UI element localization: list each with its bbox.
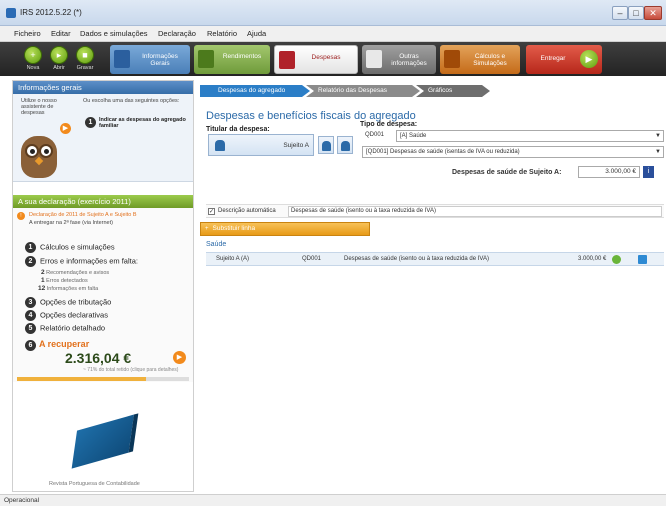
menu-ajuda[interactable]: Ajuda xyxy=(247,29,266,38)
menu-editar[interactable]: Editar xyxy=(51,29,71,38)
tab-relatorio-despesas[interactable]: Relatório das Despesas xyxy=(306,85,420,97)
step-erros[interactable]: 2 Erros e informações em falta: xyxy=(25,256,138,267)
maximize-button[interactable]: □ xyxy=(628,6,644,20)
info-icon[interactable]: i xyxy=(643,166,654,178)
declaration-line1[interactable]: Declaração de 2011 de Sujeito A e Sujeit… xyxy=(29,212,137,218)
step-calculos[interactable]: 1 Cálculos e simulações xyxy=(25,242,115,253)
person-icon xyxy=(114,50,130,68)
row-titular: Sujeito A (A) xyxy=(216,256,250,262)
submit-button[interactable]: Entregar ▶ xyxy=(526,45,602,74)
tab-info-gerais[interactable]: Informações Gerais xyxy=(110,45,190,74)
warning-icon: ! xyxy=(17,212,25,220)
recover-amount: 2.316,04 € xyxy=(65,350,132,366)
tipo-select[interactable]: [A] Saúde ▼ xyxy=(396,130,664,142)
check-icon[interactable] xyxy=(612,255,621,264)
general-info-panel: Utilize o nosso assistente de despesas ▶… xyxy=(13,94,193,182)
recover-details-button[interactable]: ▶ xyxy=(173,351,186,364)
tipo-code: QD001 xyxy=(365,132,385,138)
close-button[interactable]: ✕ xyxy=(644,6,662,20)
tipo-detail-select[interactable]: [QD001] Despesas de saúde (isentas de IV… xyxy=(362,146,664,158)
bar-chart-icon xyxy=(198,50,214,68)
auto-description-checkbox[interactable]: ✓ xyxy=(208,208,215,215)
tab-despesas[interactable]: Despesas xyxy=(274,45,358,74)
progress-bar xyxy=(17,377,189,381)
person-icon xyxy=(215,140,225,151)
document-icon xyxy=(366,50,382,68)
save-icon: ■ xyxy=(76,46,94,64)
plus-icon: + xyxy=(205,226,209,232)
person-icon xyxy=(322,141,331,151)
assistant-go-button[interactable]: ▶ xyxy=(60,123,71,134)
open-button[interactable]: ▸ Abrir xyxy=(48,46,70,74)
play-icon: ▶ xyxy=(580,50,598,68)
title-bar: IRS 2012.5.22 (*) – □ ✕ xyxy=(0,0,666,26)
missing-info-count[interactable]: 12 Informações em falta xyxy=(38,285,98,292)
row-amount: 3.000,00 € xyxy=(578,256,607,262)
row-description: Despesas de saúde (isento ou à taxa redu… xyxy=(344,256,489,262)
tab-rendimentos[interactable]: Rendimentos xyxy=(194,45,270,74)
owl-mascot-icon xyxy=(19,130,59,178)
table-row[interactable]: Sujeito A (A) QD001 Despesas de saúde (i… xyxy=(206,252,664,266)
assistant-text: Utilize o nosso assistente de despesas xyxy=(21,98,57,116)
declaration-line2: A entregar na 2ª fase (via Internet) xyxy=(29,220,113,226)
status-bar: Operacional xyxy=(0,494,666,506)
comment-icon[interactable] xyxy=(638,255,647,264)
auto-description-label: Descrição automática xyxy=(218,208,276,214)
pie-chart-icon xyxy=(444,50,460,68)
titular-selector[interactable]: Sujeito A xyxy=(208,134,314,156)
tab-outras-informacoes[interactable]: Outras informações xyxy=(362,45,436,74)
left-panel: Informações gerais Utilize o nosso assis… xyxy=(12,80,194,492)
toolbar: + Nova ▸ Abrir ■ Gravar Informações Gera… xyxy=(0,42,666,76)
new-document-icon: + xyxy=(24,46,42,64)
minimize-button[interactable]: – xyxy=(612,6,628,20)
status-text: Operacional xyxy=(4,497,40,504)
dropdown-arrow-icon: ▼ xyxy=(655,149,661,155)
new-button[interactable]: + Nova xyxy=(22,46,44,74)
menu-relatorio[interactable]: Relatório xyxy=(207,29,237,38)
tab-calculos-simulacoes[interactable]: Cálculos e Simulações xyxy=(440,45,520,74)
window-title: IRS 2012.5.22 (*) xyxy=(20,8,82,17)
person-icon xyxy=(341,141,350,151)
amount-input[interactable]: 3.000,00 € xyxy=(578,166,640,178)
row-code: QD001 xyxy=(302,256,322,262)
step-number-6: 6 xyxy=(25,340,36,351)
declaration-header: A sua declaração (exercício 2011) xyxy=(13,195,193,208)
main-panel: Despesas do agregado Relatório das Despe… xyxy=(200,80,666,492)
recover-note: ~ 71% do total retido (clique para detal… xyxy=(83,367,179,373)
amount-label: Despesas de saúde de Sujeito A: xyxy=(452,169,562,176)
general-info-header: Informações gerais xyxy=(13,81,193,94)
options-text: Ou escolha uma das seguintes opções: xyxy=(83,98,180,104)
book-advert-image[interactable] xyxy=(69,413,141,471)
menu-bar: Ficheiro Editar Dados e simulações Decla… xyxy=(0,26,666,42)
save-button[interactable]: ■ Gravar xyxy=(74,46,96,74)
step-relatorio[interactable]: 5 Relatório detalhado xyxy=(25,323,105,334)
app-icon xyxy=(6,8,16,18)
add-titular-button[interactable] xyxy=(318,136,334,154)
book-caption: Revista Portuguesa de Contabilidade xyxy=(49,481,140,487)
section-saude: Saúde xyxy=(206,241,227,248)
step-opcoes-declarativas[interactable]: 4 Opções declarativas xyxy=(25,310,108,321)
recommendations-count[interactable]: 2 Recomendações e avisos xyxy=(41,269,109,276)
tipo-label: Tipo de despesa: xyxy=(360,121,418,128)
titular-label: Titular da despesa: xyxy=(206,126,270,133)
auto-description-row: ✓ Descrição automática Despesas de saúde… xyxy=(206,204,664,218)
dropdown-arrow-icon: ▼ xyxy=(655,133,661,139)
errors-count[interactable]: 1 Erros detectados xyxy=(41,277,88,284)
tab-graficos[interactable]: Gráficos xyxy=(416,85,490,97)
tab-despesas-agregado[interactable]: Despesas do agregado xyxy=(200,85,310,97)
menu-declaracao[interactable]: Declaração xyxy=(158,29,196,38)
recover-label: A recuperar xyxy=(39,339,90,349)
step-opcoes-tributacao[interactable]: 3 Opções de tributação xyxy=(25,297,111,308)
indicate-expenses-link[interactable]: Indicar as despesas do agregado familiar xyxy=(99,117,189,129)
description-input[interactable]: Despesas de saúde (isento ou à taxa redu… xyxy=(288,206,662,217)
option-number-1: 1 xyxy=(85,117,96,128)
group-titular-button[interactable] xyxy=(337,136,353,154)
menu-dados-simulacoes[interactable]: Dados e simulações xyxy=(80,29,148,38)
bar-chart-icon xyxy=(279,51,295,69)
folder-icon: ▸ xyxy=(50,46,68,64)
menu-ficheiro[interactable]: Ficheiro xyxy=(14,29,41,38)
replace-line-button[interactable]: + Substituir linha xyxy=(200,222,370,236)
